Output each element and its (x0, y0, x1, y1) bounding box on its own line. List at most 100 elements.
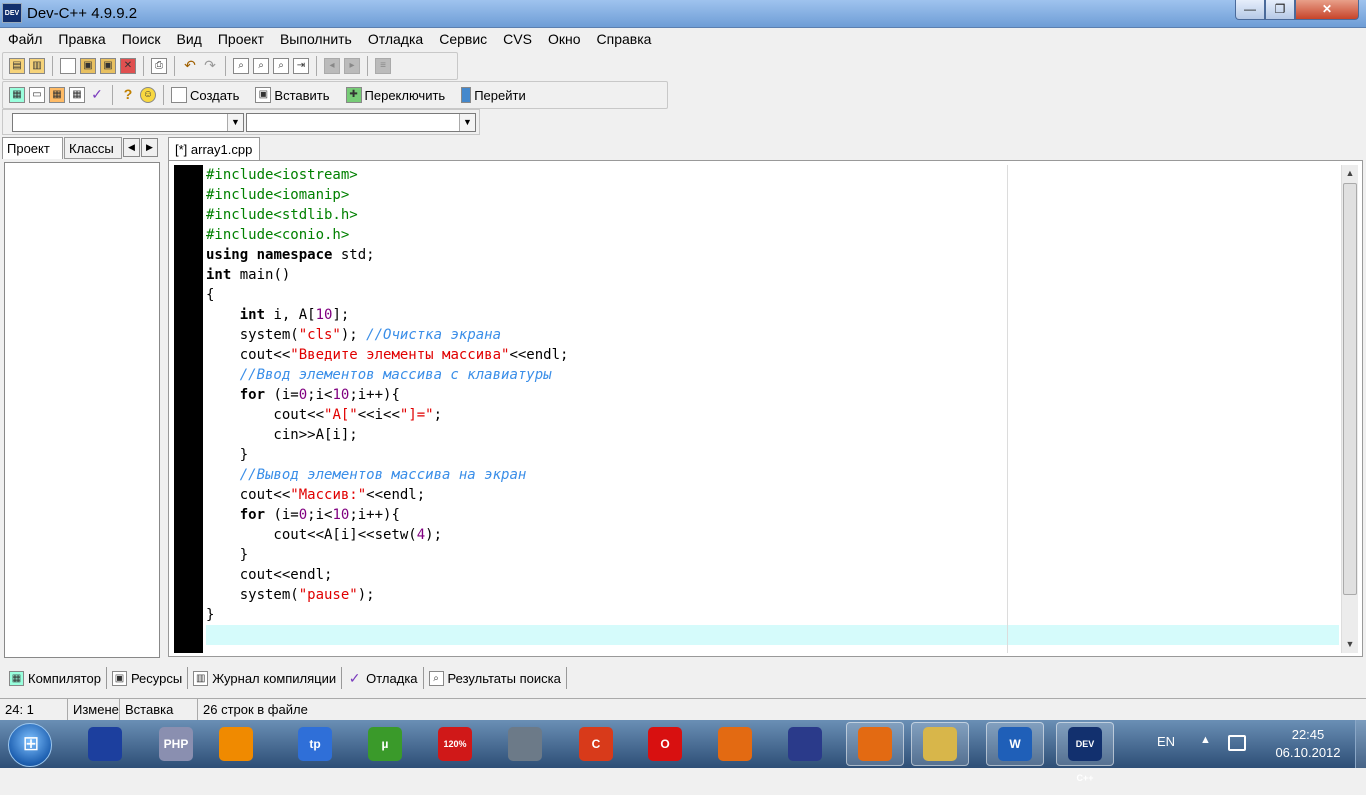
code-line[interactable]: system("pause"); (206, 585, 375, 605)
menu-search[interactable]: Поиск (114, 31, 169, 47)
save-all-icon[interactable]: ▣ (100, 58, 116, 74)
taskbar-app-button[interactable]: W (986, 722, 1044, 766)
taskbar-app-button[interactable] (496, 722, 554, 766)
help-icon[interactable]: ? (120, 87, 136, 103)
switch-button[interactable]: ✚ Переключить (344, 87, 445, 103)
about-icon[interactable]: ☺ (140, 87, 156, 103)
tab-scroll-left-icon[interactable]: ◀ (123, 138, 140, 157)
scroll-down-icon[interactable]: ▼ (1342, 636, 1358, 652)
class-select[interactable]: ▼ (12, 113, 244, 132)
tab-compile-log[interactable]: ▥ Журнал компиляции (188, 667, 343, 689)
code-line[interactable]: cout<<A[i]<<setw(4); (206, 525, 442, 545)
language-indicator[interactable]: EN (1157, 734, 1175, 749)
menu-debug[interactable]: Отладка (360, 31, 431, 47)
code-line[interactable]: cout<<endl; (206, 565, 333, 585)
code-line[interactable]: using namespace std; (206, 245, 375, 265)
scroll-up-icon[interactable]: ▲ (1342, 165, 1358, 181)
code-line[interactable]: //Ввод элементов массива с клавиатуры (206, 365, 552, 385)
save-icon[interactable]: ▣ (80, 58, 96, 74)
code-line[interactable]: cout<<"Введите элементы массива"<<endl; (206, 345, 569, 365)
compile-icon[interactable]: ▦ (9, 87, 25, 103)
tab-scroll-right-icon[interactable]: ▶ (141, 138, 158, 157)
close-button[interactable]: ✕ (1295, 0, 1359, 20)
find-icon[interactable]: ⌕ (233, 58, 249, 74)
maximize-button[interactable]: ❐ (1265, 0, 1295, 20)
taskbar-app-button[interactable] (911, 722, 969, 766)
tray-expand-icon[interactable]: ▲ (1200, 734, 1211, 746)
code-line[interactable]: } (206, 445, 248, 465)
menu-tools[interactable]: Сервис (431, 31, 495, 47)
goto-button[interactable]: Перейти (459, 87, 526, 103)
code-line[interactable]: //Вывод элементов массива на экран (206, 465, 527, 485)
taskbar-app-button[interactable]: DEV C++ (1056, 722, 1114, 783)
taskbar-app-button[interactable]: tp (286, 722, 344, 766)
project-tree-panel[interactable] (4, 162, 160, 658)
undo-icon[interactable]: ↶ (182, 58, 198, 74)
system-clock[interactable]: 22:45 06.10.2012 (1262, 726, 1354, 762)
goto-line-icon[interactable]: ⇥ (293, 58, 309, 74)
code-line[interactable]: } (206, 605, 214, 625)
code-line[interactable]: for (i=0;i<10;i++){ (206, 385, 400, 405)
scrollbar-thumb[interactable] (1343, 183, 1357, 595)
taskbar-app-button[interactable]: O (636, 722, 694, 766)
menu-edit[interactable]: Правка (50, 31, 113, 47)
tab-resources[interactable]: ▣ Ресурсы (107, 667, 189, 689)
code-line[interactable]: cout<<"Массив:"<<endl; (206, 485, 425, 505)
code-editor[interactable]: #include<iostream> #include<iomanip> #incl… (168, 160, 1363, 657)
taskbar-app-button[interactable]: PHP (147, 722, 205, 766)
tab-project[interactable]: Проект (2, 137, 63, 159)
code-area[interactable]: #include<iostream> #include<iomanip> #incl… (206, 165, 1339, 653)
taskbar-app-button[interactable] (76, 722, 134, 766)
redo-icon[interactable]: ↷ (202, 58, 218, 74)
code-line[interactable]: cin>>A[i]; (206, 425, 357, 445)
run-icon[interactable]: ▭ (29, 87, 45, 103)
close-file-icon[interactable]: ✕ (120, 58, 136, 74)
code-line[interactable]: system("cls"); //Очистка экрана (206, 325, 501, 345)
unindent-icon[interactable]: ◂ (324, 58, 340, 74)
member-select[interactable]: ▼ (246, 113, 476, 132)
vertical-scrollbar[interactable]: ▲ ▼ (1341, 165, 1358, 653)
menu-window[interactable]: Окно (540, 31, 589, 47)
code-line[interactable]: { (206, 285, 214, 305)
code-line[interactable]: for (i=0;i<10;i++){ (206, 505, 400, 525)
indent-icon[interactable]: ▸ (344, 58, 360, 74)
code-line[interactable]: int i, A[10]; (206, 305, 350, 325)
menu-execute[interactable]: Выполнить (272, 31, 360, 47)
menu-help[interactable]: Справка (589, 31, 660, 47)
show-desktop-button[interactable] (1355, 720, 1366, 768)
start-button[interactable]: ⊞ (8, 723, 52, 767)
compile-run-icon[interactable]: ▦ (49, 87, 65, 103)
taskbar-app-button[interactable] (776, 722, 834, 766)
taskbar-app-button[interactable]: C (567, 722, 625, 766)
bookmark-icon[interactable]: ≡ (375, 58, 391, 74)
menu-project[interactable]: Проект (210, 31, 272, 47)
minimize-button[interactable]: — (1235, 0, 1265, 20)
menu-cvs[interactable]: CVS (495, 31, 540, 47)
editor-tab-array1[interactable]: [*] array1.cpp (168, 137, 260, 161)
code-line[interactable]: cout<<"A["<<i<<"]="; (206, 405, 442, 425)
taskbar-app-button[interactable]: µ (356, 722, 414, 766)
menu-file[interactable]: Файл (0, 31, 50, 47)
check-syntax-icon[interactable]: ✓ (89, 87, 105, 103)
taskbar-app-button[interactable] (207, 722, 265, 766)
open-file-icon[interactable]: ▥ (29, 58, 45, 74)
rebuild-all-icon[interactable]: ▦ (69, 87, 85, 103)
code-line[interactable]: #include<iostream> (206, 165, 358, 185)
tab-compiler[interactable]: ▦ Компилятор (4, 667, 107, 689)
print-icon[interactable]: ⎙ (151, 58, 167, 74)
network-icon[interactable] (1228, 735, 1246, 751)
code-line[interactable]: } (206, 545, 248, 565)
taskbar-app-button[interactable] (846, 722, 904, 766)
new-file-icon[interactable] (60, 58, 76, 74)
menu-view[interactable]: Вид (169, 31, 210, 47)
create-button[interactable]: Создать (169, 87, 239, 103)
taskbar-app-button[interactable]: 120% (426, 722, 484, 766)
replace-icon[interactable]: ⌕ (253, 58, 269, 74)
tab-search-results[interactable]: ⌕ Результаты поиска (424, 667, 567, 689)
code-line[interactable]: #include<iomanip> (206, 185, 349, 205)
code-line[interactable]: int main() (206, 265, 290, 285)
insert-button[interactable]: ▣ Вставить (253, 87, 330, 103)
find-next-icon[interactable]: ⌕ (273, 58, 289, 74)
tab-debug[interactable]: ✓ Отладка (342, 667, 424, 689)
taskbar-app-button[interactable] (706, 722, 764, 766)
